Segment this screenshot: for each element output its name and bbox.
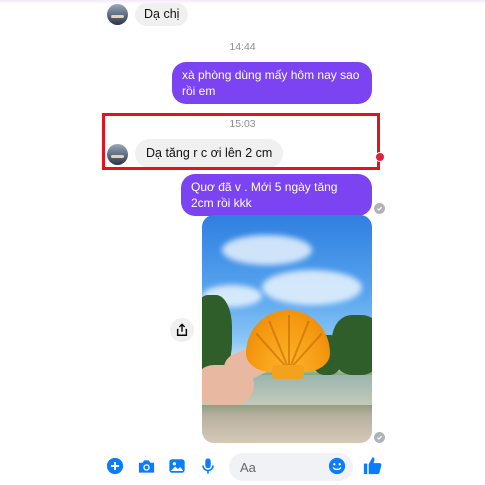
attached-photo[interactable] [202, 215, 372, 443]
message-input[interactable] [229, 453, 319, 481]
camera-icon[interactable] [136, 456, 156, 476]
message-text: Quơ đã v . Mới 5 ngày tăng 2cm rồi kkk [191, 180, 338, 210]
seen-check-icon [374, 432, 385, 443]
timestamp-1: 14:44 [229, 41, 256, 53]
thumbs-up-icon[interactable] [361, 454, 383, 476]
emoji-icon[interactable] [327, 456, 347, 476]
microphone-icon[interactable] [198, 456, 218, 476]
top-fade [0, 0, 485, 4]
outgoing-message-1[interactable]: xà phòng dùng mấy hôm nay sao rồi em [172, 62, 372, 104]
highlight-box [102, 113, 380, 170]
contact-avatar[interactable] [107, 4, 128, 25]
composer-bar [0, 452, 485, 485]
share-icon [176, 323, 188, 336]
plus-icon[interactable] [105, 456, 125, 476]
image-icon[interactable] [167, 456, 187, 476]
incoming-message-1[interactable]: Dạ chị [135, 3, 189, 26]
message-text: xà phòng dùng mấy hôm nay sao rồi em [182, 68, 360, 98]
reaction-dot-icon [375, 152, 385, 162]
seen-check-icon [374, 203, 385, 214]
message-text: Dạ chị [144, 7, 180, 21]
outgoing-message-2[interactable]: Quơ đã v . Mới 5 ngày tăng 2cm rồi kkk [181, 174, 372, 216]
share-button[interactable] [170, 318, 194, 342]
